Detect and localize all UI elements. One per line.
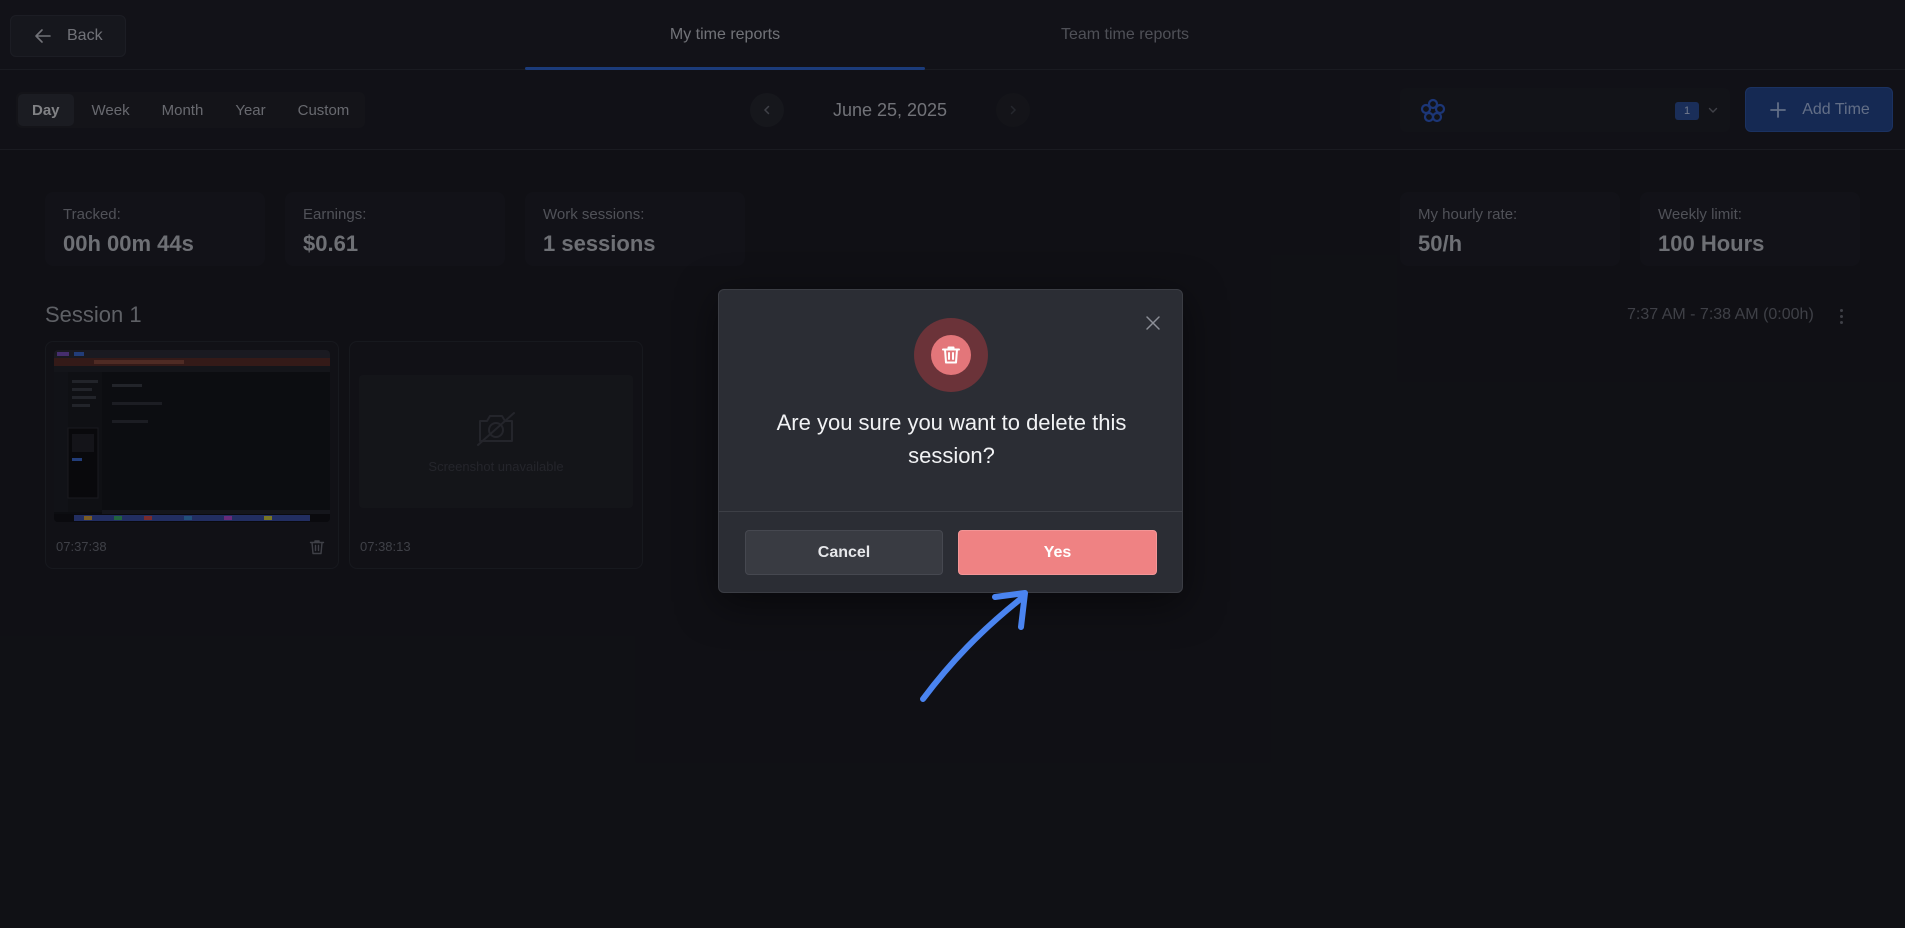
cancel-button[interactable]: Cancel bbox=[745, 530, 943, 575]
close-icon[interactable] bbox=[1144, 314, 1162, 332]
dialog-divider bbox=[719, 511, 1182, 512]
delete-icon-circle bbox=[931, 335, 971, 375]
trash-icon bbox=[942, 346, 960, 364]
app-root: Back My time reports Team time reports D… bbox=[0, 0, 1905, 928]
delete-session-dialog: Are you sure you want to delete this ses… bbox=[718, 289, 1183, 593]
annotation-arrow-icon bbox=[920, 590, 1028, 702]
delete-icon-badge bbox=[914, 318, 988, 392]
confirm-yes-button[interactable]: Yes bbox=[958, 530, 1157, 575]
dialog-question: Are you sure you want to delete this ses… bbox=[776, 410, 1127, 468]
